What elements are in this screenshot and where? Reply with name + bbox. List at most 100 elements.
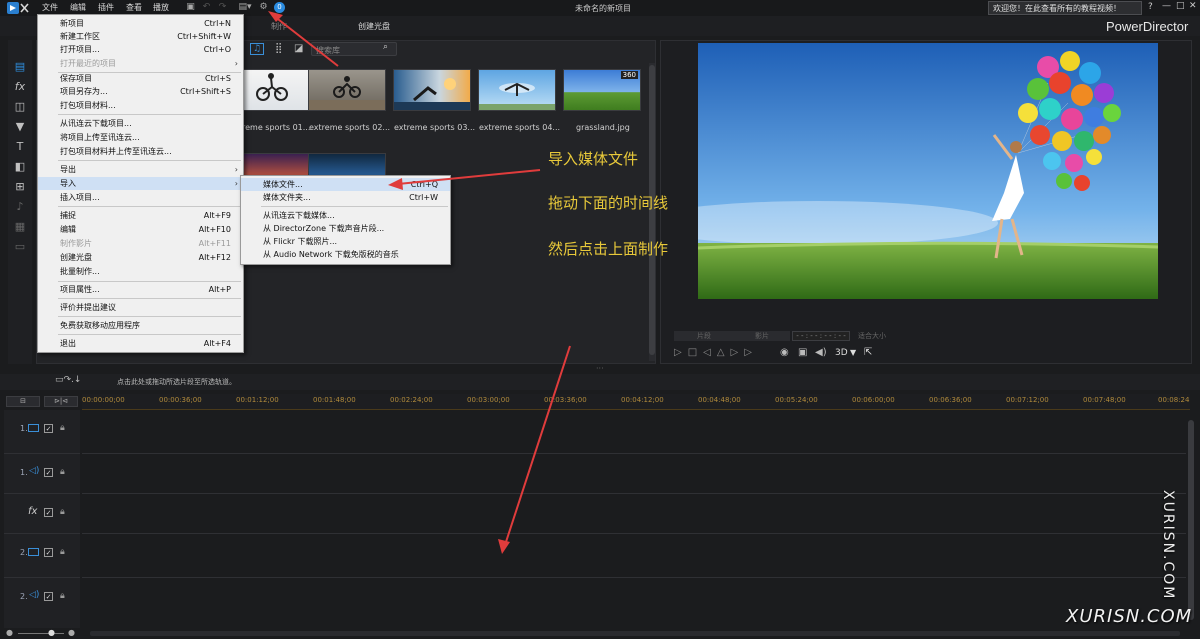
thumbnail-extreme-sports-04[interactable] [478,69,556,111]
menu-item-capture[interactable]: 捕捉 Alt+F9 [38,209,243,222]
track-header-video-2[interactable]: 2. ✓ 🔒︎ [4,534,80,578]
thumbnail-grassland[interactable]: 360 [563,69,641,111]
redo-icon[interactable]: ↷ [217,2,228,13]
menu-item-feedback[interactable]: 评价并提出建议 [38,301,243,314]
submenu-item-cloud-media[interactable]: 从讯连云下载媒体... [241,209,450,222]
fx-room-icon[interactable]: fx [12,80,28,94]
chevron-down-icon[interactable]: ▼ [850,348,856,357]
undo-icon[interactable]: ↶ [201,2,212,13]
zoom-in-icon[interactable]: ● [68,628,75,637]
lock-icon[interactable]: 🔒︎ [60,423,69,433]
music-filter-icon[interactable]: ♫ [250,43,264,55]
voice-record-icon[interactable]: ♪ [12,200,28,214]
track-lane[interactable] [82,578,1186,622]
gear-icon[interactable]: ⚙ [258,2,269,13]
menu-item-open-project[interactable]: 打开项目... Ctrl+O [38,43,243,56]
lock-icon[interactable]: 🔒︎ [60,507,69,517]
tutorial-notice[interactable]: 欢迎您！在此查看所有的教程视频！ [988,1,1142,15]
horizontal-scrollbar[interactable] [90,631,1180,636]
subtitle-room-icon[interactable]: ▭ [12,240,28,254]
menu-item-exit[interactable]: 退出 Alt+F4 [38,337,243,350]
movie-mode-button[interactable]: 影片 [734,331,790,341]
chapter-room-icon[interactable]: ▦ [12,220,28,234]
menu-edit[interactable]: 编辑 [70,2,86,13]
3d-mode-button[interactable]: 3D [835,348,848,358]
transition-room-icon[interactable]: ◧ [12,160,28,174]
menu-view[interactable]: 查看 [126,2,142,13]
menu-item-pack-materials[interactable]: 打包项目材料... [38,99,243,112]
audio-mix-icon[interactable]: ⊞ [12,180,28,194]
track-enable-checkbox[interactable]: ✓ [44,424,53,433]
track-enable-checkbox[interactable]: ✓ [44,468,53,477]
menu-playback[interactable]: 播放 [153,2,169,13]
tab-create-disc[interactable]: 创建光盘 [358,21,390,32]
lock-icon[interactable]: 🔒︎ [60,467,69,477]
particle-room-icon[interactable]: ▼ [12,120,28,134]
zoom-out-icon[interactable]: ● [6,628,13,637]
clip-mode-button[interactable]: 片段 [674,331,734,341]
notification-icon[interactable]: 0 [274,2,285,13]
zoom-slider-handle[interactable]: ● [48,628,55,637]
submenu-item-directorzone[interactable]: 从 DirectorZone 下载声音片段... [241,222,450,235]
menu-item-recent-projects[interactable]: 打开最近的项目 › [38,57,243,70]
zoom-select[interactable]: 适合大小 [858,331,902,341]
lock-icon[interactable]: 🔒︎ [60,591,69,601]
menu-item-project-properties[interactable]: 项目属性... Alt+P [38,283,243,296]
close-button[interactable]: ✕ [1189,1,1197,11]
media-room-icon[interactable]: ▤ [12,60,28,74]
thumbnail-extreme-sports-01[interactable] [240,69,318,111]
zoom-slider[interactable] [18,633,64,634]
timeline-ruler[interactable]: 00:00:00;00 00:00:36;00 00:01:12;00 00:0… [82,394,1190,410]
menu-item-save-as[interactable]: 项目另存为... Ctrl+Shift+S [38,85,243,98]
snapshot-icon[interactable]: ◉ [780,347,789,358]
volume-icon[interactable]: ◀) [815,347,827,358]
menu-plugins[interactable]: 插件 [98,2,114,13]
timeline-tracks[interactable] [82,410,1186,630]
undock-icon[interactable]: ⇱ [864,347,872,358]
menu-item-export[interactable]: 导出 › [38,163,243,176]
tab-produce[interactable]: 制作 [271,21,287,32]
track-header-fx[interactable]: fx ✓ 🔒︎ [4,494,80,534]
fit-timeline-button[interactable]: ⊳|⊲ [44,396,78,407]
menu-item-save-project[interactable]: 保存项目 Ctrl+S [38,72,243,85]
maximize-button[interactable]: □ [1176,1,1185,11]
menu-item-insert-project[interactable]: 插入项目... [38,191,243,204]
menu-item-batch-produce[interactable]: 批量制作... [38,265,243,278]
playback-controls[interactable]: ▷□◁△▷▷ [674,347,758,358]
track-manager-button[interactable]: ⊟ [6,396,40,407]
track-lane[interactable] [82,494,1186,534]
track-enable-checkbox[interactable]: ✓ [44,508,53,517]
submenu-item-flickr[interactable]: 从 Flickr 下载照片... [241,235,450,248]
title-room-icon[interactable]: T [12,140,28,154]
menu-item-upload-cloud[interactable]: 将项目上传至讯连云... [38,131,243,144]
menu-item-mobile-app[interactable]: 免费获取移动应用程序 [38,319,243,332]
thumbnail-extreme-sports-03[interactable] [393,69,471,111]
grid-view-icon[interactable]: ⣿ [275,43,282,54]
subtitle-icon[interactable]: ▣ [798,347,807,358]
menu-item-pack-upload[interactable]: 打包项目材料并上传至讯连云... [38,145,243,158]
pip-room-icon[interactable]: ◫ [12,100,28,114]
menu-item-import[interactable]: 导入 › [38,177,243,190]
save-icon[interactable]: ▣ [185,2,196,13]
menu-file[interactable]: 文件 [42,2,58,13]
track-header-video-1[interactable]: 1. ✓ 🔒︎ [4,410,80,454]
thumbnail-extreme-sports-02[interactable] [308,69,386,111]
track-header-audio-2[interactable]: 2. ◁) ✓ 🔒︎ [4,578,80,622]
minimize-button[interactable]: — [1162,1,1171,11]
lock-icon[interactable]: 🔒︎ [60,547,69,557]
search-icon[interactable]: ⌕ [383,42,388,52]
menu-item-edit[interactable]: 编辑 Alt+F10 [38,223,243,236]
menu-item-create-disc[interactable]: 创建光盘 Alt+F12 [38,251,243,264]
submenu-item-media-folder[interactable]: 媒体文件夹... Ctrl+W [241,191,450,204]
track-enable-checkbox[interactable]: ✓ [44,548,53,557]
submenu-item-media-files[interactable]: 媒体文件... Ctrl+Q [241,178,450,191]
track-lane[interactable] [82,534,1186,578]
menu-item-download-cloud[interactable]: 从讯连云下载项目... [38,117,243,130]
track-header-audio-1[interactable]: 1. ◁) ✓ 🔒︎ [4,454,80,494]
thumbnail-size-icon[interactable]: ◪ [294,43,303,54]
storyboard-view-icon[interactable]: ▭↷.↓ [55,375,81,385]
menu-item-new-workspace[interactable]: 新建工作区 Ctrl+Shift+W [38,30,243,43]
menu-item-new-project[interactable]: 新项目 Ctrl+N [38,17,243,30]
layout-icon[interactable]: ▤▾ [236,2,254,13]
menu-item-produce-movie[interactable]: 制作影片 Alt+F11 [38,237,243,250]
